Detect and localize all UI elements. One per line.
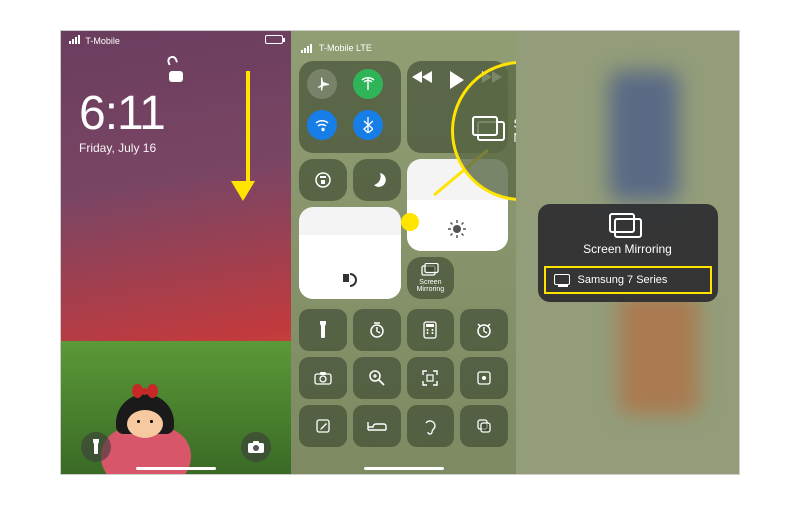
lock-info: 6:11 Friday, July 16 bbox=[61, 50, 291, 161]
alarm-tile[interactable] bbox=[460, 309, 508, 351]
camera-tile[interactable] bbox=[299, 357, 347, 399]
speaker-icon bbox=[343, 271, 357, 285]
battery-icon bbox=[265, 35, 283, 44]
home-indicator[interactable] bbox=[136, 467, 216, 470]
screen-mirroring-button[interactable]: ScreenMirroring bbox=[407, 257, 455, 299]
volume-slider[interactable] bbox=[299, 207, 401, 299]
qr-scanner-tile[interactable] bbox=[407, 357, 455, 399]
rotation-lock-button[interactable] bbox=[299, 159, 347, 201]
do-not-disturb-button[interactable] bbox=[353, 159, 401, 201]
status-left: T-Mobile bbox=[69, 35, 120, 46]
flashlight-button[interactable] bbox=[81, 432, 111, 462]
unlock-icon bbox=[169, 64, 183, 82]
home-indicator[interactable] bbox=[364, 467, 444, 470]
wallpaper-character: PEAN bbox=[116, 394, 174, 434]
wifi-button[interactable] bbox=[307, 110, 337, 140]
sleep-tile[interactable] bbox=[353, 405, 401, 447]
bg-blur-shape bbox=[609, 71, 679, 201]
calculator-tile[interactable] bbox=[407, 309, 455, 351]
connectivity-tile[interactable] bbox=[299, 61, 401, 153]
cc-status-bar: T-Mobile LTE bbox=[291, 31, 516, 57]
flashlight-tile[interactable] bbox=[299, 309, 347, 351]
screen-mirror-icon bbox=[614, 218, 642, 238]
timer-tile[interactable] bbox=[353, 309, 401, 351]
control-center-panel: T-Mobile LTE bbox=[291, 31, 516, 474]
carrier-label: T-Mobile LTE bbox=[319, 43, 372, 53]
signal-bars-icon bbox=[69, 35, 80, 44]
cellular-data-button[interactable] bbox=[353, 69, 383, 99]
sun-icon bbox=[447, 219, 467, 239]
prev-track-button[interactable] bbox=[412, 71, 432, 143]
callout-dot bbox=[401, 213, 419, 231]
screen-mirroring-popup: Screen Mirroring Samsung 7 Series bbox=[538, 204, 718, 302]
hearing-tile[interactable] bbox=[407, 405, 455, 447]
swipe-down-arrow bbox=[241, 71, 255, 201]
screen-mirror-icon bbox=[421, 263, 439, 277]
status-right bbox=[265, 35, 283, 46]
device-row-samsung[interactable]: Samsung 7 Series bbox=[544, 266, 712, 294]
tv-icon bbox=[554, 274, 570, 285]
shortcuts-tile[interactable] bbox=[460, 405, 508, 447]
next-track-button[interactable] bbox=[482, 71, 502, 143]
mirroring-select-panel: Screen Mirroring Samsung 7 Series bbox=[516, 31, 739, 474]
status-bar: T-Mobile bbox=[61, 31, 291, 50]
magnifier-tile[interactable] bbox=[353, 357, 401, 399]
extra-tile-1[interactable] bbox=[460, 357, 508, 399]
signal-bars-icon bbox=[301, 44, 312, 53]
lock-screen-panel: T-Mobile 6:11 Friday, July 16 PEAN bbox=[61, 31, 291, 474]
bluetooth-button[interactable] bbox=[353, 110, 383, 140]
notes-tile[interactable] bbox=[299, 405, 347, 447]
camera-button[interactable] bbox=[241, 432, 271, 462]
carrier-label: T-Mobile bbox=[85, 36, 120, 46]
media-tile[interactable] bbox=[407, 61, 509, 153]
screen-mirroring-label: ScreenMirroring bbox=[417, 279, 445, 293]
airplane-mode-button[interactable] bbox=[307, 69, 337, 99]
play-button[interactable] bbox=[450, 71, 464, 143]
popup-title: Screen Mirroring bbox=[538, 242, 718, 256]
device-name: Samsung 7 Series bbox=[578, 274, 668, 286]
bg-blur-shape bbox=[619, 294, 699, 414]
